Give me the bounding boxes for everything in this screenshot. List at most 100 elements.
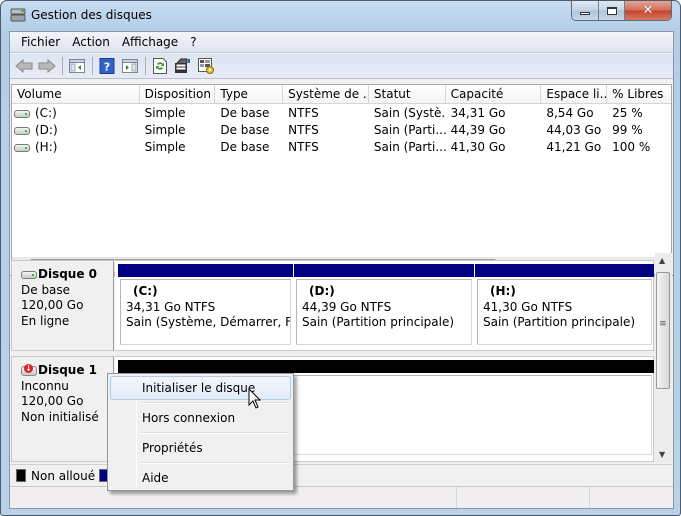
menu-item-initialize-disk[interactable]: Initialiser le disque (110, 376, 291, 400)
partition-h[interactable]: (H:) 41,30 Go NTFS Sain (Partition princ… (475, 264, 654, 348)
caption-buttons: ✕ (571, 1, 672, 21)
scroll-grip-icon: ≡ (659, 319, 667, 329)
scroll-down-icon[interactable]: ▼ (659, 450, 665, 459)
volume-list: Volume Disposition Type Système de ... S… (11, 84, 672, 275)
menu-item-properties[interactable]: Propriétés (110, 436, 291, 460)
back-arrow-icon (15, 59, 33, 73)
menu-fichier[interactable]: Fichier (15, 32, 66, 52)
partition-name: (C:) (133, 284, 158, 298)
partition-size-fs: 44,39 Go NTFS (302, 299, 392, 314)
column-header-volume[interactable]: Volume (12, 85, 140, 104)
menu-affichage[interactable]: Affichage (116, 32, 184, 52)
legend-swatch-unallocated (16, 469, 26, 482)
partition-bar (118, 264, 293, 277)
forward-arrow-icon (38, 59, 56, 73)
column-header-type[interactable]: Type (215, 85, 284, 104)
column-header-free-space[interactable]: Espace li... (541, 85, 608, 104)
disk-management-app-icon (10, 8, 26, 22)
table-row[interactable]: (D:) Simple De base NTFS Sain (Parti... … (12, 122, 671, 139)
close-icon: ✕ (642, 3, 654, 18)
disk-label[interactable]: Disque 1 Inconnu 120,00 Go Non initialis… (11, 356, 114, 462)
maximize-icon (606, 6, 617, 15)
menu-help[interactable]: ? (184, 32, 202, 52)
disk-size: 120,00 Go (21, 298, 84, 312)
maximize-button[interactable] (599, 1, 625, 20)
partition-d[interactable]: (D:) 44,39 Go NTFS Sain (Partition princ… (294, 264, 474, 348)
volume-percent-free: 100 % (612, 140, 651, 154)
volume-free-space: 44,03 Go (546, 123, 602, 137)
drive-icon (14, 143, 30, 152)
partition-name: (D:) (309, 284, 335, 298)
disk-status: En ligne (21, 313, 70, 328)
vertical-scrollbar[interactable]: ▲ ≡ ▼ (655, 253, 672, 462)
volume-status: Sain (Systè... (373, 106, 446, 120)
volume-percent-free: 99 % (612, 123, 643, 137)
volume-type: De base (220, 106, 270, 120)
partition-bar (475, 264, 654, 277)
column-header-file-system[interactable]: Système de ... (283, 85, 369, 104)
disk-name: Disque 0 (38, 267, 98, 281)
table-row[interactable]: (C:) Simple De base NTFS Sain (Systè... … (12, 105, 671, 122)
volume-free-space: 41,21 Go (546, 140, 602, 154)
help-icon: ? (99, 58, 115, 74)
volume-disposition: Simple (144, 123, 186, 137)
partition-bar (294, 264, 474, 277)
volume-disposition: Simple (144, 106, 186, 120)
rescan-disks-icon (175, 58, 190, 73)
context-menu: Initialiser le disque Hors connexion Pro… (107, 373, 294, 491)
volume-name: (C:) (35, 106, 57, 120)
show-hide-action-pane-button[interactable] (119, 55, 141, 77)
vertical-scroll-thumb[interactable]: ≡ (656, 272, 670, 389)
volume-type: De base (220, 123, 270, 137)
toolbar: ? (10, 54, 673, 79)
properties-button[interactable] (195, 55, 217, 77)
forward-button[interactable] (36, 55, 58, 77)
properties-icon (198, 58, 214, 74)
disk-size: 120,00 Go (21, 394, 84, 408)
volume-capacity: 44,39 Go (450, 123, 506, 137)
column-header-status[interactable]: Statut (369, 85, 446, 104)
toolbar-separator (92, 57, 93, 75)
menu-action[interactable]: Action (66, 32, 116, 52)
show-hide-action-pane-icon (122, 59, 138, 73)
disk-type: Inconnu (21, 378, 69, 393)
volume-free-space: 8,54 Go (546, 106, 594, 120)
status-pane (457, 487, 590, 508)
volume-status: Sain (Parti... (373, 123, 446, 137)
rescan-disks-button[interactable] (172, 55, 194, 77)
partition-status: Sain (Système, Démarrer, Fichi (126, 315, 291, 329)
minimize-icon (580, 12, 590, 15)
volume-file-system: NTFS (288, 140, 319, 154)
volume-percent-free: 25 % (612, 106, 643, 120)
column-header-capacity[interactable]: Capacité (446, 85, 542, 104)
partition-c[interactable]: (C:) 34,31 Go NTFS Sain (Système, Démarr… (118, 264, 293, 348)
column-header-percent-free[interactable]: % Libres (607, 85, 671, 104)
show-hide-console-tree-button[interactable] (66, 55, 88, 77)
help-button[interactable]: ? (96, 55, 118, 77)
toolbar-separator (62, 57, 63, 75)
disk-label[interactable]: Disque 0 De base 120,00 Go En ligne (11, 260, 114, 351)
menu-item-help[interactable]: Aide (110, 466, 291, 490)
minimize-button[interactable] (572, 1, 599, 20)
volume-name: (D:) (35, 123, 58, 137)
title-bar[interactable]: Gestion des disques ✕ (1, 1, 680, 31)
close-button[interactable]: ✕ (625, 1, 671, 20)
menu-item-offline[interactable]: Hors connexion (110, 406, 291, 430)
refresh-icon (153, 58, 167, 74)
window-title: Gestion des disques (31, 8, 152, 22)
volume-status: Sain (Parti... (373, 140, 446, 154)
table-row[interactable]: (H:) Simple De base NTFS Sain (Parti... … (12, 139, 671, 156)
column-header-disposition[interactable]: Disposition (140, 85, 216, 104)
volume-file-system: NTFS (288, 123, 319, 137)
mouse-cursor-icon (248, 388, 262, 409)
disk-type: De base (21, 282, 71, 297)
partition-status: Sain (Partition principale) (483, 315, 636, 329)
scroll-up-icon[interactable]: ▲ (659, 256, 665, 265)
svg-text:?: ? (104, 61, 110, 74)
volume-name: (H:) (35, 140, 58, 154)
refresh-button[interactable] (149, 55, 171, 77)
back-button[interactable] (13, 55, 35, 77)
volume-type: De base (220, 140, 270, 154)
drive-icon (14, 126, 30, 135)
disk-row[interactable]: Disque 0 De base 120,00 Go En ligne (C:)… (11, 260, 654, 351)
